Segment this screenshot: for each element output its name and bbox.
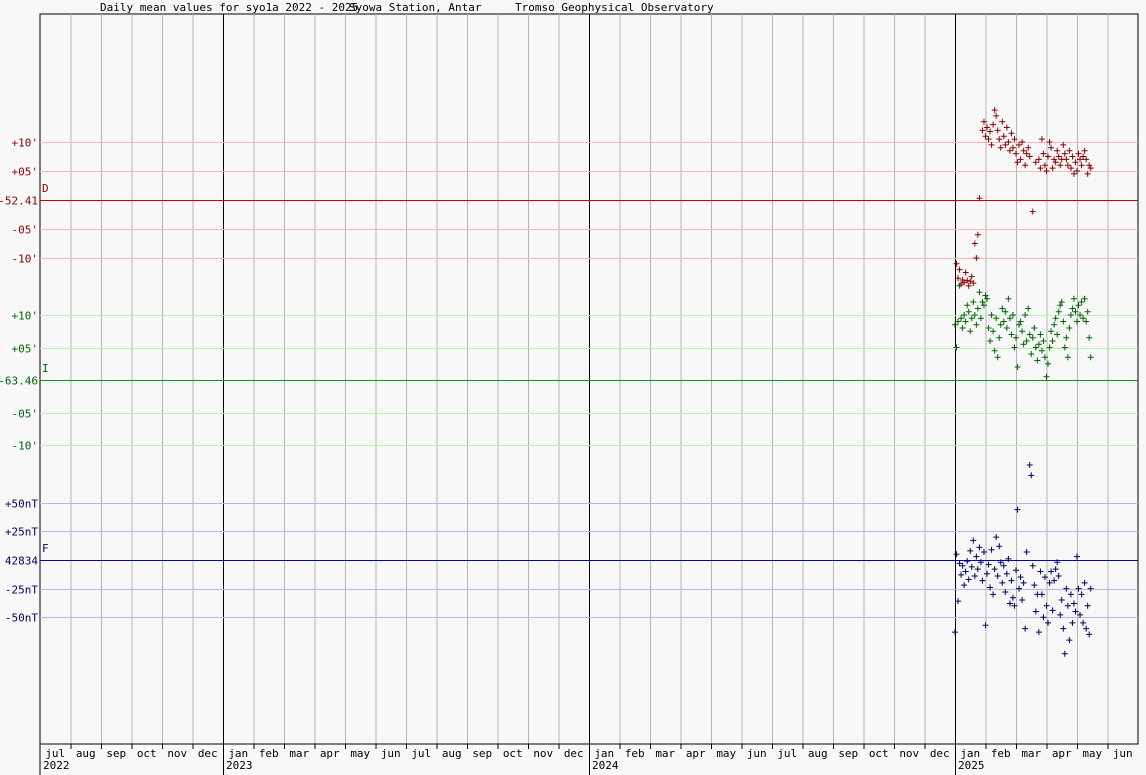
panel-I-baseline-label: -63.46 (0, 375, 38, 388)
panel-I-name: I (42, 362, 49, 375)
panel-F-tick-label: +50nT (5, 498, 38, 511)
panel-D-tick-label: -10' (12, 253, 39, 266)
month-label: aug (76, 747, 96, 760)
month-label: dec (930, 747, 950, 760)
year-label: 2025 (958, 759, 985, 772)
month-label: oct (869, 747, 889, 760)
month-label: may (350, 747, 370, 760)
month-label: mar (1021, 747, 1041, 760)
panel-D-tick-label: +10' (12, 137, 39, 150)
panel-F-tick-label: -25nT (5, 584, 38, 597)
panel-F-name: F (42, 542, 49, 555)
month-label: sep (106, 747, 126, 760)
month-label: nov (167, 747, 187, 760)
month-label: mar (289, 747, 309, 760)
month-label: jun (381, 747, 401, 760)
month-label: feb (991, 747, 1011, 760)
month-label: jul (777, 747, 797, 760)
panel-D-tick-label: +05' (12, 166, 39, 179)
panel-I-tick-label: -10' (12, 440, 39, 453)
month-label: nov (899, 747, 919, 760)
month-label: mar (655, 747, 675, 760)
month-label: jul (411, 747, 431, 760)
panel-F-tick-label: -50nT (5, 612, 38, 625)
month-label: apr (320, 747, 340, 760)
year-label: 2024 (592, 759, 619, 772)
month-label: nov (533, 747, 553, 760)
month-label: oct (503, 747, 523, 760)
year-label: 2022 (43, 759, 70, 772)
panel-D-tick-label: -05' (12, 224, 39, 237)
month-label: apr (686, 747, 706, 760)
month-label: feb (625, 747, 645, 760)
panel-I-tick-label: +05' (12, 343, 39, 356)
panel-D-baseline-label: -52.41 (0, 195, 38, 208)
month-label: feb (259, 747, 279, 760)
month-label: jun (1113, 747, 1133, 760)
month-label: sep (838, 747, 858, 760)
magnetometer-chart: jul aug sep oct nov dec jan feb mar apr may jun jul a… (0, 13, 1139, 775)
panel-D-name: D (42, 182, 49, 195)
month-label: dec (564, 747, 584, 760)
month-label: oct (137, 747, 157, 760)
month-label: sep (472, 747, 492, 760)
year-label: 2023 (226, 759, 253, 772)
panel-I-tick-label: +10' (12, 310, 39, 323)
month-label: may (716, 747, 736, 760)
month-label: may (1082, 747, 1102, 760)
month-label: jun (747, 747, 767, 760)
month-label: aug (442, 747, 462, 760)
month-label: aug (808, 747, 828, 760)
panel-F-tick-label: +25nT (5, 526, 38, 539)
month-label: apr (1052, 747, 1072, 760)
month-label: dec (198, 747, 218, 760)
panel-I-tick-label: -05' (12, 408, 39, 421)
panel-F-baseline-label: 42834 (5, 555, 38, 568)
